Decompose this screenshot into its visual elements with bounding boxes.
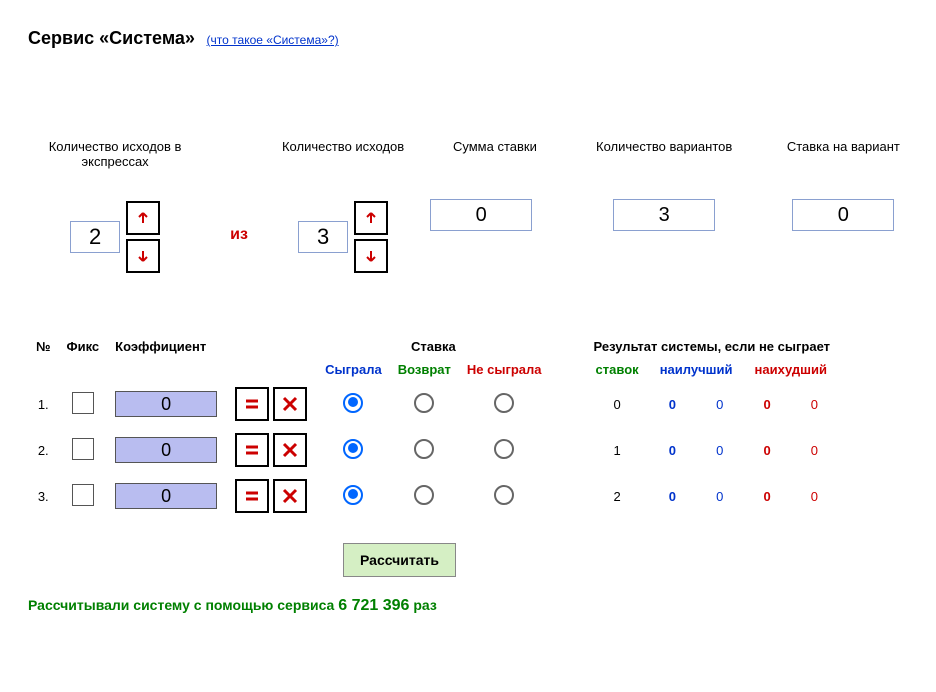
equals-icon (244, 442, 260, 458)
row-num: 3. (28, 473, 59, 519)
outcomes-table: № Фикс Коэффициент Ставка Результат сист… (28, 335, 838, 519)
express-value[interactable]: 2 (70, 221, 120, 253)
radio-played[interactable] (343, 393, 363, 413)
radio-played[interactable] (343, 485, 363, 505)
equals-icon (244, 488, 260, 504)
res-worst-2: 0 (791, 427, 838, 473)
outcomes-value[interactable]: 3 (298, 221, 348, 253)
header: Сервис «Система» (что такое «Система»?) (28, 28, 928, 49)
res-stavok: 1 (586, 427, 649, 473)
per-variant-value: 0 (792, 199, 894, 231)
col-coef: Коэффициент (107, 335, 225, 358)
arrow-up-icon (136, 211, 150, 225)
res-worst-2: 0 (791, 473, 838, 519)
sub-played: Сыграла (317, 358, 390, 381)
equals-icon (244, 396, 260, 412)
controls-row: Количество исходов в экспрессах 2 из Кол… (28, 139, 928, 275)
outcomes-label: Количество исходов (266, 139, 420, 171)
res-worst-1: 0 (743, 427, 790, 473)
col-bet: Ставка (317, 335, 549, 358)
express-down-button[interactable] (126, 239, 160, 273)
footer-text: Рассчитывали систему с помощью сервиса 6… (28, 597, 928, 615)
table-row: 3.020000 (28, 473, 838, 519)
row-num: 2. (28, 427, 59, 473)
table-row: 1.000000 (28, 381, 838, 427)
sum-input[interactable]: 0 (430, 199, 532, 231)
res-best-1: 0 (649, 473, 696, 519)
fix-checkbox[interactable] (72, 484, 94, 506)
coef-input[interactable]: 0 (115, 391, 217, 417)
radio-not[interactable] (494, 485, 514, 505)
x-icon (282, 488, 298, 504)
per-variant-label: Ставка на вариант (769, 139, 918, 171)
radio-return[interactable] (414, 439, 434, 459)
sub-return: Возврат (390, 358, 459, 381)
radio-not[interactable] (494, 393, 514, 413)
res-best-1: 0 (649, 381, 696, 427)
col-result: Результат системы, если не сыграет (586, 335, 838, 358)
fix-checkbox[interactable] (72, 438, 94, 460)
res-worst-2: 0 (791, 381, 838, 427)
radio-return[interactable] (414, 393, 434, 413)
arrow-down-icon (136, 249, 150, 263)
res-best-2: 0 (696, 427, 743, 473)
outcomes-down-button[interactable] (354, 239, 388, 273)
coef-input[interactable]: 0 (115, 483, 217, 509)
calculate-button[interactable]: Рассчитать (343, 543, 456, 577)
clear-button[interactable] (273, 433, 307, 467)
express-up-button[interactable] (126, 201, 160, 235)
res-best-1: 0 (649, 427, 696, 473)
iz-label: из (230, 226, 248, 244)
variants-value: 3 (613, 199, 715, 231)
equals-button[interactable] (235, 479, 269, 513)
sum-label: Сумма ставки (430, 139, 559, 171)
res-best-2: 0 (696, 381, 743, 427)
arrow-down-icon (364, 249, 378, 263)
clear-button[interactable] (273, 387, 307, 421)
equals-button[interactable] (235, 387, 269, 421)
radio-played[interactable] (343, 439, 363, 459)
x-icon (282, 396, 298, 412)
radio-not[interactable] (494, 439, 514, 459)
variants-label: Количество вариантов (570, 139, 759, 171)
radio-return[interactable] (414, 485, 434, 505)
col-num: № (28, 335, 59, 358)
express-label: Количество исходов в экспрессах (28, 139, 202, 171)
fix-checkbox[interactable] (72, 392, 94, 414)
table-row: 2.010000 (28, 427, 838, 473)
coef-input[interactable]: 0 (115, 437, 217, 463)
page-title: Сервис «Система» (28, 28, 195, 48)
outcomes-up-button[interactable] (354, 201, 388, 235)
row-num: 1. (28, 381, 59, 427)
res-worst-1: 0 (743, 381, 790, 427)
sub-stavok: ставок (586, 358, 649, 381)
sub-worst: наихудший (743, 358, 838, 381)
res-best-2: 0 (696, 473, 743, 519)
equals-button[interactable] (235, 433, 269, 467)
arrow-up-icon (364, 211, 378, 225)
res-worst-1: 0 (743, 473, 790, 519)
x-icon (282, 442, 298, 458)
col-fix: Фикс (59, 335, 108, 358)
res-stavok: 0 (586, 381, 649, 427)
help-link[interactable]: (что такое «Система»?) (207, 33, 339, 47)
sub-best: наилучший (649, 358, 744, 381)
res-stavok: 2 (586, 473, 649, 519)
clear-button[interactable] (273, 479, 307, 513)
sub-not: Не сыграла (459, 358, 550, 381)
